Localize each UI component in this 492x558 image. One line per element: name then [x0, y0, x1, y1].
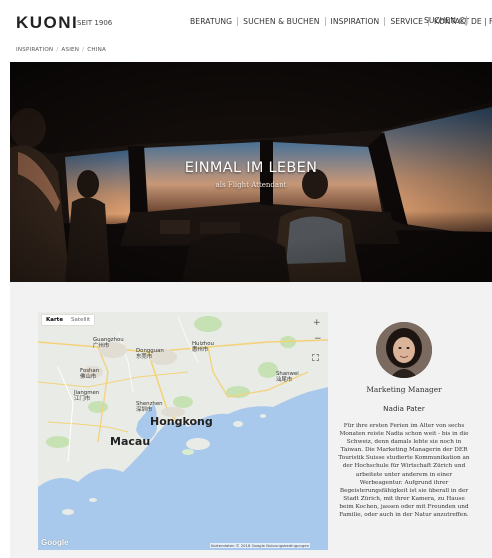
nav-beratung[interactable]: BERATUNG	[190, 17, 232, 26]
zoom-in-button[interactable]: +	[313, 318, 321, 328]
zoom-out-button[interactable]: −	[314, 334, 322, 344]
logo-since: SEIT 1906	[77, 19, 113, 27]
map-type-satellit[interactable]: Satellit	[67, 315, 94, 325]
map-label-foshan: Foshan 佛山市	[80, 368, 100, 380]
breadcrumb-separator: /	[56, 47, 59, 53]
hero-banner: EINMAL IM LEBEN als Flight Attendant	[10, 62, 492, 282]
profile-role: Marketing Manager	[366, 385, 442, 394]
profile-card: Marketing Manager Nadia Pater Für ihre e…	[328, 312, 480, 550]
profile-bio: Für ihre ersten Ferien im Alter von sech…	[338, 423, 470, 519]
breadcrumb-separator: /	[82, 47, 85, 53]
hero-subtitle: als Flight Attendant	[215, 181, 287, 189]
google-logo: Google	[41, 538, 69, 547]
breadcrumb: INSPIRATION / ASIEN / CHINA	[16, 47, 106, 53]
map-canvas	[38, 312, 328, 550]
map-label-dongguan: Dongguan 东莞市	[136, 348, 164, 360]
google-map[interactable]: Karte Satellit + − Guangzhou 广州市 Donggua…	[38, 312, 328, 550]
site-header: KUONI SEIT 1906 BERATUNG SUCHEN & BUCHEN…	[0, 0, 492, 44]
avatar	[376, 322, 432, 378]
language-switch[interactable]: DE | FR	[471, 17, 492, 26]
fullscreen-icon[interactable]	[312, 354, 319, 361]
map-label-guangzhou: Guangzhou 广州市	[93, 337, 124, 349]
avatar-portrait	[376, 322, 432, 378]
map-label-jiangmen: Jiangmen 江门市	[74, 390, 100, 402]
map-label-shanwei: Shanwei 汕尾市	[276, 371, 299, 383]
nav-divider	[324, 17, 326, 26]
nav-divider	[384, 17, 386, 26]
hero-title: EINMAL IM LEBEN	[184, 160, 318, 176]
nav-suchen-buchen[interactable]: SUCHEN & BUCHEN	[243, 17, 319, 26]
map-label-shenzhen: Shenzhen 深圳市	[136, 401, 163, 413]
map-label-hongkong: Hongkong	[150, 415, 213, 428]
kuoni-logo[interactable]: KUONI	[16, 13, 78, 33]
search-button[interactable]: SUCHEN	[424, 16, 467, 25]
map-attribution[interactable]: Kartendaten © 2018 Google Nutzungsbeding…	[210, 543, 311, 548]
map-type-control: Karte Satellit	[42, 315, 95, 325]
map-label-huizhou: Huizhou 惠州市	[192, 341, 214, 353]
breadcrumb-inspiration[interactable]: INSPIRATION	[16, 47, 53, 53]
nav-inspiration[interactable]: INSPIRATION	[331, 17, 380, 26]
nav-service[interactable]: SERVICE	[390, 17, 423, 26]
profile-name: Nadia Pater	[383, 404, 425, 413]
nav-divider	[237, 17, 239, 26]
map-label-macau: Macau	[110, 435, 151, 448]
lang-divider	[466, 16, 467, 26]
breadcrumb-asien[interactable]: ASIEN	[61, 47, 79, 53]
map-type-karte[interactable]: Karte	[42, 315, 67, 325]
breadcrumb-china: CHINA	[87, 47, 107, 53]
search-label: SUCHEN	[424, 16, 456, 25]
